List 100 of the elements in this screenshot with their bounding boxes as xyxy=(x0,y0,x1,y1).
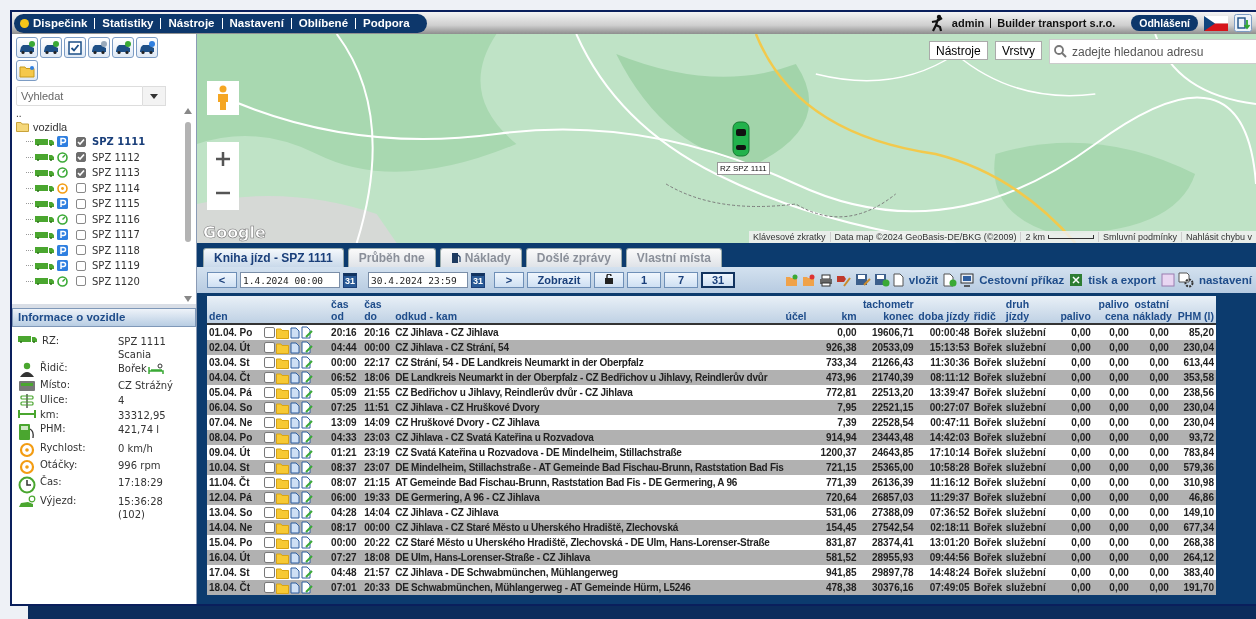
menu-item[interactable]: Statistiky xyxy=(94,17,161,29)
map-attribution[interactable]: Data map ©2024 GeoBasis-DE/BKG (©2009) xyxy=(829,232,1021,242)
vehicle-item[interactable]: SPZ 1113 xyxy=(92,167,140,179)
car-help-icon[interactable] xyxy=(16,37,38,58)
checkbox[interactable] xyxy=(76,214,86,225)
document-icon[interactable] xyxy=(290,521,301,534)
menu-item[interactable]: Nástroje xyxy=(160,17,222,29)
settings-icon[interactable] xyxy=(1177,272,1194,288)
document-edit-icon[interactable] xyxy=(301,341,314,354)
document-edit-icon[interactable] xyxy=(301,521,314,534)
vehicle-item[interactable]: SPZ 1115 xyxy=(92,198,140,210)
row-checkbox[interactable] xyxy=(264,357,276,368)
save-icon[interactable] xyxy=(854,273,871,287)
document-icon[interactable] xyxy=(290,416,301,429)
checkbox[interactable] xyxy=(76,136,86,147)
vehicle-item[interactable]: SPZ 1111 xyxy=(92,136,146,148)
document-edit-icon[interactable] xyxy=(301,326,314,339)
scrollbar-thumb[interactable] xyxy=(185,122,191,242)
map-link[interactable]: Smluvní podmínky xyxy=(1097,232,1181,242)
document-icon[interactable] xyxy=(290,356,301,369)
car-info-icon[interactable] xyxy=(136,37,158,58)
document-icon[interactable] xyxy=(290,506,301,519)
document-edit-icon[interactable] xyxy=(301,401,314,414)
settings-link[interactable]: nastavení xyxy=(1196,274,1254,286)
document-icon[interactable] xyxy=(290,491,301,504)
document-edit-icon[interactable] xyxy=(301,536,314,549)
row-checkbox[interactable] xyxy=(264,447,276,458)
document-icon[interactable] xyxy=(290,566,301,579)
address-search-field[interactable]: zadejte hledanou adresu xyxy=(1049,39,1256,64)
vehicle-item[interactable]: SPZ 1118 xyxy=(92,244,140,256)
range-button[interactable]: 31 xyxy=(701,272,735,288)
document-edit-icon[interactable] xyxy=(301,461,314,474)
exit-icon[interactable] xyxy=(1234,14,1252,32)
tag-edit-icon[interactable] xyxy=(835,273,852,287)
document-edit-icon[interactable] xyxy=(301,446,314,459)
vehicle-item[interactable]: SPZ 1119 xyxy=(92,260,140,272)
document-edit-icon[interactable] xyxy=(301,491,314,504)
calendar-button[interactable]: 31 xyxy=(343,272,357,288)
checkbox-tool-icon[interactable] xyxy=(64,37,86,58)
menu-item[interactable]: Dispečink xyxy=(33,17,95,29)
checkbox[interactable] xyxy=(76,167,86,178)
document-icon[interactable] xyxy=(290,461,301,474)
map-button[interactable]: Nástroje xyxy=(929,41,988,60)
checkbox[interactable] xyxy=(76,276,86,287)
document-edit-icon[interactable] xyxy=(301,386,314,399)
document-icon[interactable] xyxy=(290,536,301,549)
menu-item[interactable]: Oblíbené xyxy=(290,17,356,29)
document-edit-icon[interactable] xyxy=(301,371,314,384)
document-icon[interactable] xyxy=(290,431,301,444)
menu-item[interactable]: Nastavení xyxy=(221,17,291,29)
row-checkbox[interactable] xyxy=(264,402,276,413)
range-button[interactable]: 7 xyxy=(664,272,698,288)
document-icon[interactable] xyxy=(290,371,301,384)
document-edit-icon[interactable] xyxy=(301,416,314,429)
row-checkbox[interactable] xyxy=(264,492,276,503)
checkbox[interactable] xyxy=(76,245,86,256)
monitor-icon[interactable] xyxy=(960,273,975,287)
document-edit-icon[interactable] xyxy=(301,581,314,594)
menu-item[interactable]: Podpora xyxy=(355,17,417,29)
document-edit-icon[interactable] xyxy=(301,551,314,564)
document-icon[interactable] xyxy=(290,581,301,594)
row-checkbox[interactable] xyxy=(264,462,276,473)
export-icon[interactable] xyxy=(1069,273,1084,287)
range-button[interactable]: 1 xyxy=(627,272,661,288)
document-edit-icon[interactable] xyxy=(301,566,314,579)
document-edit-icon[interactable] xyxy=(301,356,314,369)
date-to-field[interactable]: 30.4.2024 23:59 xyxy=(368,272,468,288)
document-edit-icon[interactable] xyxy=(301,506,314,519)
row-checkbox[interactable] xyxy=(264,432,276,443)
row-checkbox[interactable] xyxy=(264,507,276,518)
travel-order-link[interactable]: Cestovní příkaz xyxy=(977,274,1067,286)
search-field[interactable]: Vyhledat xyxy=(16,86,143,106)
vehicle-item[interactable]: SPZ 1116 xyxy=(92,213,140,225)
date-from-field[interactable]: 1.4.2024 00:00 xyxy=(240,272,340,288)
row-checkbox[interactable] xyxy=(264,477,276,488)
document-icon[interactable] xyxy=(290,446,301,459)
map-link[interactable]: Nahlásit chybu v xyxy=(1180,232,1256,242)
flag-icon[interactable] xyxy=(1204,15,1228,31)
car-list-icon[interactable] xyxy=(40,37,62,58)
car-marker-icon[interactable] xyxy=(732,120,750,158)
row-checkbox[interactable] xyxy=(264,567,276,578)
document-icon[interactable] xyxy=(290,401,301,414)
map-attribution[interactable]: Klávesové zkratky xyxy=(749,232,830,242)
row-checkbox[interactable] xyxy=(264,387,276,398)
parent-folder-link[interactable]: .. xyxy=(16,109,180,119)
map-button[interactable]: Vrstvy xyxy=(995,41,1042,60)
row-checkbox[interactable] xyxy=(264,342,276,353)
document-icon[interactable] xyxy=(290,386,301,399)
show-button[interactable]: Zobrazit xyxy=(527,272,591,288)
checkbox[interactable] xyxy=(76,183,86,194)
row-checkbox[interactable] xyxy=(264,327,276,338)
row-checkbox[interactable] xyxy=(264,552,276,563)
tree-folder[interactable]: vozidla xyxy=(33,120,68,133)
document-icon[interactable] xyxy=(892,273,904,287)
checkbox[interactable] xyxy=(76,152,86,163)
lock-button[interactable] xyxy=(594,272,624,288)
document-edit-icon[interactable] xyxy=(301,476,314,489)
row-checkbox[interactable] xyxy=(264,582,276,593)
document-icon[interactable] xyxy=(290,341,301,354)
checkbox[interactable] xyxy=(76,260,86,271)
